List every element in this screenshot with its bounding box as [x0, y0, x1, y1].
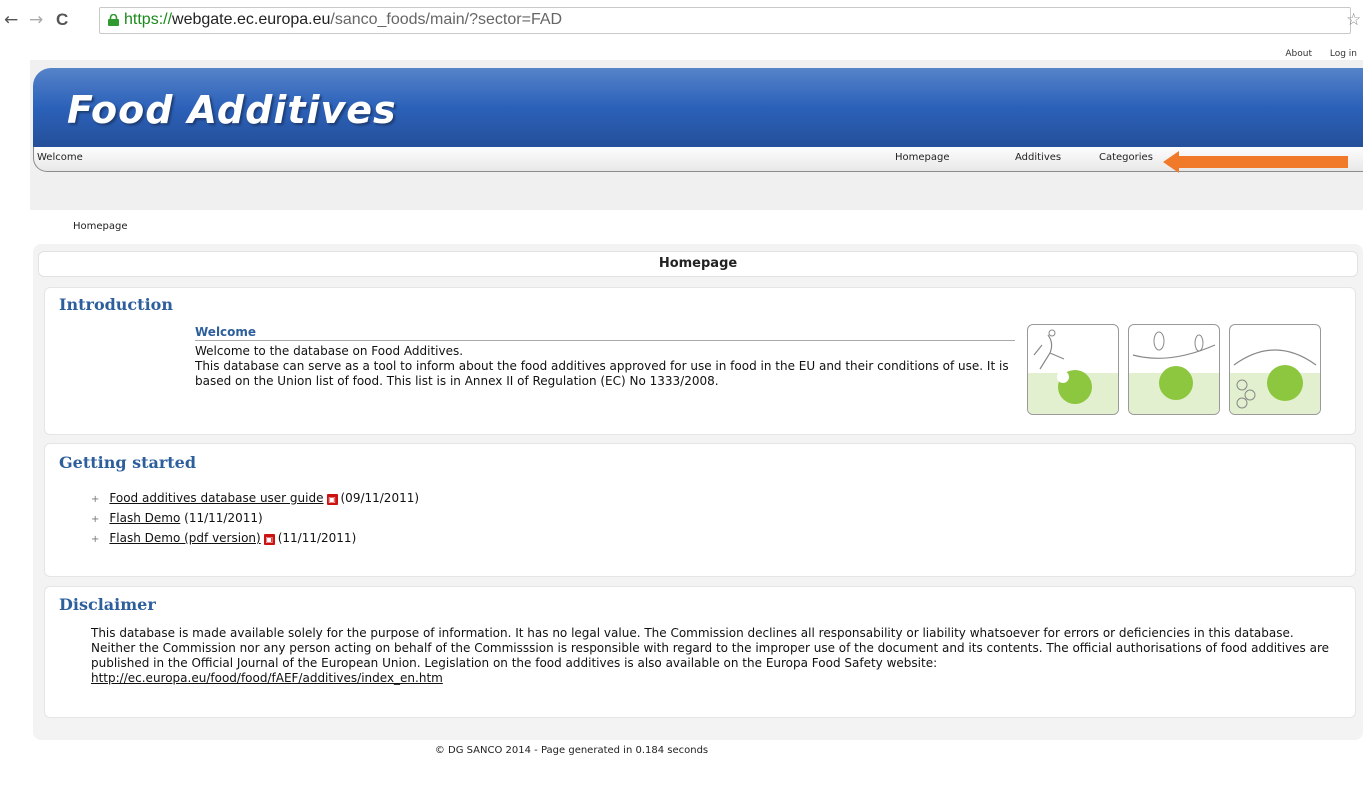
list-item: + Food additives database user guide ▣ (09/…: [91, 489, 419, 509]
flash-demo-pdf-link[interactable]: Flash Demo (pdf version): [109, 531, 260, 545]
browser-toolbar: ← → C https://webgate.ec.europa.eu/sanco…: [0, 0, 1363, 46]
getting-started-card: Getting started + Food additives database…: [44, 443, 1356, 577]
basket-apple-image: [1229, 324, 1321, 415]
address-bar[interactable]: https://webgate.ec.europa.eu/sanco_foods…: [99, 7, 1351, 34]
orange-arrow-annotation: [1163, 151, 1348, 173]
forward-button[interactable]: →: [29, 10, 43, 30]
item-date: (11/11/2011): [184, 511, 263, 525]
getting-started-title: Getting started: [59, 453, 197, 472]
branch-apple-image: [1128, 324, 1220, 415]
list-item: + Flash Demo (pdf version) ▣ (11/11/2011): [91, 529, 419, 549]
intro-line-1: Welcome to the database on Food Additive…: [195, 344, 464, 358]
introduction-title: Introduction: [59, 295, 173, 314]
plus-bullet-icon: +: [91, 494, 100, 505]
site-banner: Food Additives: [33, 68, 1363, 148]
reload-button[interactable]: C: [56, 10, 68, 30]
welcome-divider: [195, 340, 1015, 341]
nav-additives[interactable]: Additives: [1015, 152, 1061, 163]
plus-bullet-icon: +: [91, 534, 100, 545]
site-title: Food Additives: [67, 88, 397, 132]
url-scheme: https://: [124, 11, 173, 28]
flash-demo-link[interactable]: Flash Demo: [109, 511, 180, 525]
breadcrumb[interactable]: Homepage: [73, 221, 128, 232]
url-text: https://webgate.ec.europa.eu/sanco_foods…: [124, 11, 562, 29]
pdf-icon: ▣: [263, 534, 275, 545]
pdf-icon: ▣: [326, 494, 338, 505]
url-path: /sanco_foods/main/?sector=FAD: [330, 11, 563, 28]
url-host: webgate.ec.europa.eu: [172, 11, 331, 28]
disclaimer-card: Disclaimer This database is made availab…: [44, 586, 1356, 718]
back-button[interactable]: ←: [4, 10, 18, 30]
footer: © DG SANCO 2014 - Page generated in 0.18…: [0, 745, 1363, 756]
footer-text: © DG SANCO 2014 - Page generated in 0.18…: [434, 745, 709, 756]
runner-apple-image: [1027, 324, 1119, 415]
user-guide-link[interactable]: Food additives database user guide: [109, 491, 323, 505]
disclaimer-title: Disclaimer: [59, 595, 156, 614]
getting-started-list: + Food additives database user guide ▣ (09/…: [91, 489, 419, 549]
about-link[interactable]: About: [1285, 49, 1312, 59]
item-date: (11/11/2011): [277, 531, 357, 545]
bookmark-star-icon[interactable]: ☆: [1346, 10, 1361, 30]
efsa-link[interactable]: http://ec.europa.eu/food/food/fAEF/addit…: [91, 671, 443, 685]
lock-icon: [108, 14, 119, 26]
plus-bullet-icon: +: [91, 514, 100, 525]
login-link[interactable]: Log in: [1330, 49, 1357, 59]
welcome-heading: Welcome: [195, 325, 257, 339]
nav-categories[interactable]: Categories: [1099, 152, 1153, 163]
nav-homepage[interactable]: Homepage: [895, 152, 950, 163]
intro-line-2: This database can serve as a tool to inf…: [195, 359, 1009, 388]
top-links: About Log in: [1270, 49, 1357, 59]
list-item: + Flash Demo (11/11/2011): [91, 509, 419, 529]
disclaimer-text: This database is made available solely f…: [91, 626, 1331, 686]
introduction-text: Welcome to the database on Food Additive…: [195, 344, 1015, 389]
disclaimer-body: This database is made available solely f…: [91, 626, 1330, 670]
introduction-card: Introduction Welcome Welcome to the data…: [44, 287, 1356, 435]
nav-welcome[interactable]: Welcome: [37, 152, 83, 163]
item-date: (09/11/2011): [340, 491, 420, 505]
page-title: Homepage: [38, 251, 1358, 277]
